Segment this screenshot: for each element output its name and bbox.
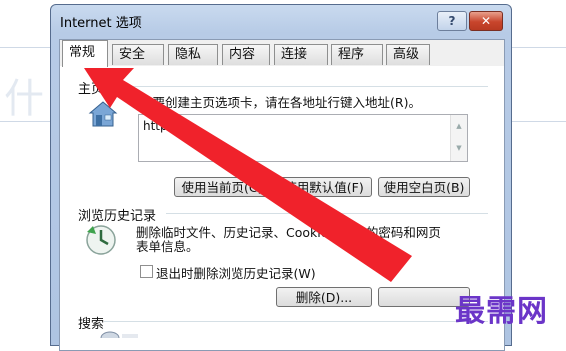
- scroll-up-icon[interactable]: ▲: [451, 115, 467, 137]
- search-group-rule: [104, 321, 488, 322]
- tab-programs[interactable]: 程序: [331, 44, 383, 65]
- history-description-line1: 删除临时文件、历史记录、Cookie、保存的密码和网页: [136, 225, 441, 240]
- address-scrollbar[interactable]: ▲ ▼: [450, 115, 467, 161]
- tab-privacy[interactable]: 隐私: [168, 44, 218, 65]
- history-group-rule: [166, 213, 488, 214]
- search-icon: [100, 331, 138, 338]
- homepage-address-field[interactable]: http:// ▲ ▼: [138, 114, 468, 162]
- use-blank-page-button[interactable]: 使用空白页(B): [378, 177, 470, 197]
- help-button[interactable]: ?: [437, 11, 467, 31]
- title-bar[interactable]: Internet 选项 ? ✕: [51, 5, 511, 35]
- homepage-address-value: http://: [143, 119, 180, 133]
- homepage-group-label: 主页: [78, 82, 105, 97]
- scroll-down-icon[interactable]: ▼: [451, 137, 467, 159]
- use-current-page-button[interactable]: 使用当前页(C): [174, 177, 270, 197]
- watermark: 最需网: [455, 294, 548, 329]
- homepage-description: 若要创建主页选项卡，请在各地址行键入地址(R)。: [140, 95, 421, 110]
- window-title: Internet 选项: [60, 16, 142, 31]
- tab-connections[interactable]: 连接: [274, 44, 328, 65]
- tab-advanced[interactable]: 高级: [386, 44, 430, 65]
- tab-security[interactable]: 安全: [112, 44, 164, 65]
- delete-history-button[interactable]: 删除(D)...: [276, 287, 372, 307]
- use-default-button[interactable]: 使用默认值(F): [276, 177, 372, 197]
- delete-on-exit-checkbox[interactable]: [140, 265, 153, 278]
- tab-strip: 常规 安全 隐私 内容 连接 程序 高级: [60, 40, 504, 67]
- tab-content[interactable]: 内容: [222, 44, 270, 65]
- homepage-group-rule: [104, 86, 488, 87]
- tab-general[interactable]: 常规: [62, 40, 108, 67]
- home-icon: [88, 101, 118, 127]
- history-description-line2: 表单信息。: [136, 239, 199, 254]
- history-clock-icon: [86, 225, 116, 255]
- close-button[interactable]: ✕: [469, 11, 503, 31]
- delete-on-exit-label: 退出时删除浏览历史记录(W): [156, 266, 316, 281]
